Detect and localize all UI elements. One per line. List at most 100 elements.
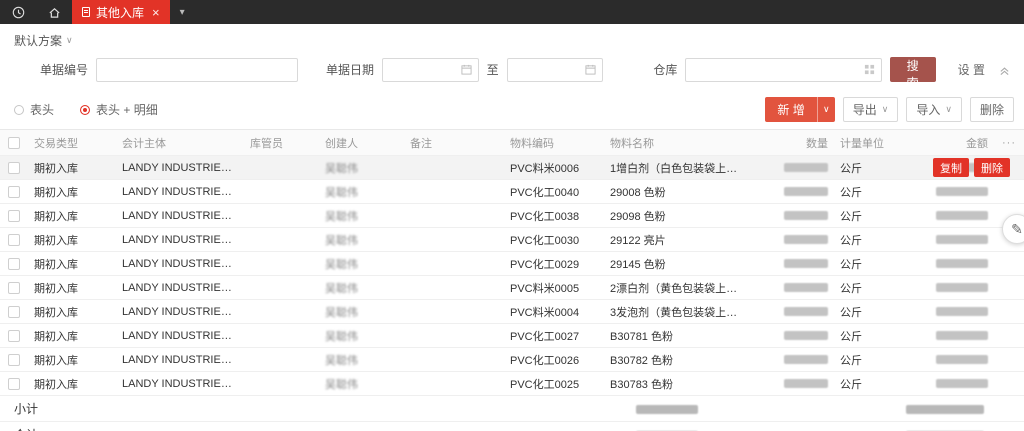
cell-quantity [754, 306, 834, 318]
collapse-filters-icon[interactable] [999, 64, 1014, 76]
cell-material-code: PVC化工0027 [504, 328, 604, 344]
table-row[interactable]: 期初入库 LANDY INDUSTRIES(R)LTD 吴聪伟 PVC化工003… [0, 228, 1024, 252]
col-transaction-type[interactable]: 交易类型 [28, 135, 116, 151]
tab-close-icon[interactable]: × [152, 6, 160, 19]
subtotal-label: 小计 [0, 400, 594, 417]
cell-transaction-type: 期初入库 [28, 160, 116, 176]
cell-accounting-entity: LANDY INDUSTRIES(R)LTD [116, 354, 244, 366]
bill-date-label: 单据日期 [326, 61, 374, 78]
cell-accounting-entity: LANDY INDUSTRIES(R)LTD [116, 330, 244, 342]
redacted-amount [936, 331, 988, 340]
row-copy-button[interactable]: 复制 [933, 158, 969, 177]
col-accounting-entity[interactable]: 会计主体 [116, 135, 244, 151]
export-button[interactable]: 导出 ∨ [843, 97, 899, 122]
view-option-header[interactable]: 表头 [14, 101, 54, 118]
table-row[interactable]: 期初入库 LANDY INDUSTRIES(R)LTD 吴聪伟 PVC料米000… [0, 276, 1024, 300]
row-checkbox[interactable] [8, 162, 20, 174]
table-row[interactable]: 期初入库 LANDY INDUSTRIES(R)LTD 吴聪伟 PVC化工002… [0, 324, 1024, 348]
col-unit[interactable]: 计量单位 [834, 135, 904, 151]
table-row[interactable]: 期初入库 LANDY INDUSTRIES(R)LTD 吴聪伟 PVC料米000… [0, 300, 1024, 324]
history-icon[interactable] [0, 0, 36, 24]
row-checkbox[interactable] [8, 354, 20, 366]
row-checkbox[interactable] [8, 258, 20, 270]
redacted-subtotal-amount [906, 405, 984, 414]
redacted-amount [936, 211, 988, 220]
add-split-button[interactable]: 新 增 ∨ [765, 97, 834, 122]
table-row[interactable]: 期初入库 LANDY INDUSTRIES(R)LTD 吴聪伟 PVC化工003… [0, 204, 1024, 228]
table-row[interactable]: 期初入库 LANDY INDUSTRIES(R)LTD 吴聪伟 PVC化工004… [0, 180, 1024, 204]
lookup-grid-icon[interactable] [864, 64, 875, 75]
more-columns-icon[interactable]: ··· [994, 137, 1024, 149]
import-button[interactable]: 导入 ∨ [906, 97, 962, 122]
tab-list-caret-icon[interactable]: ▾ [170, 0, 195, 24]
assistant-float-button[interactable]: ✎ [1002, 214, 1024, 244]
cell-accounting-entity: LANDY INDUSTRIES(R)LTD [116, 282, 244, 294]
settings-button[interactable]: 设 置 [958, 61, 985, 78]
cell-unit: 公斤 [834, 208, 904, 224]
col-amount[interactable]: 金额 [904, 135, 994, 151]
bill-no-input[interactable] [103, 63, 291, 77]
warehouse-input[interactable] [692, 63, 863, 77]
cell-creator: 吴聪伟 [319, 232, 404, 248]
date-to-label: 至 [487, 61, 499, 78]
add-button[interactable]: 新 增 [765, 97, 816, 122]
redacted-quantity [784, 235, 828, 244]
cell-material-code: PVC化工0040 [504, 184, 604, 200]
bill-no-label: 单据编号 [40, 61, 88, 78]
home-icon[interactable] [36, 0, 72, 24]
table-row[interactable]: 期初入库 LANDY INDUSTRIES(R)LTD 吴聪伟 PVC化工002… [0, 372, 1024, 396]
date-from-input[interactable] [389, 63, 461, 77]
chevron-down-icon: ∨ [882, 104, 889, 115]
row-checkbox[interactable] [8, 330, 20, 342]
row-delete-button[interactable]: 删除 [974, 158, 1010, 177]
cell-unit: 公斤 [834, 280, 904, 296]
col-remark[interactable]: 备注 [404, 135, 504, 151]
cell-material-name: B30781 色粉 [604, 328, 754, 344]
date-to-input[interactable] [514, 63, 586, 77]
col-quantity[interactable]: 数量 [754, 135, 834, 151]
cell-amount [904, 378, 994, 390]
cell-material-code: PVC化工0038 [504, 208, 604, 224]
cell-accounting-entity: LANDY INDUSTRIES(R)LTD [116, 210, 244, 222]
calendar-icon [585, 64, 596, 75]
filter-row: 单据编号 单据日期 至 仓库 搜 索 设 置 [0, 51, 1024, 90]
add-caret-icon[interactable]: ∨ [817, 97, 835, 122]
cell-unit: 公斤 [834, 352, 904, 368]
row-checkbox[interactable] [8, 378, 20, 390]
tab-other-inbound[interactable]: 其他入库 × [72, 0, 170, 24]
cell-unit: 公斤 [834, 304, 904, 320]
row-checkbox[interactable] [8, 186, 20, 198]
cell-creator: 吴聪伟 [319, 280, 404, 296]
col-material-code[interactable]: 物料编码 [504, 135, 604, 151]
scheme-selector[interactable]: 默认方案 ∨ [14, 32, 73, 49]
warehouse-input-wrap [685, 58, 881, 82]
cell-creator: 吴聪伟 [319, 160, 404, 176]
col-material-name[interactable]: 物料名称 [604, 135, 754, 151]
scheme-row: 默认方案 ∨ [0, 24, 1024, 51]
redacted-subtotal-quantity [636, 405, 698, 414]
table-row[interactable]: 期初入库 LANDY INDUSTRIES(R)LTD 吴聪伟 PVC料米000… [0, 156, 1024, 180]
row-checkbox[interactable] [8, 282, 20, 294]
redacted-quantity [784, 331, 828, 340]
search-button[interactable]: 搜 索 [890, 57, 936, 82]
cell-creator: 吴聪伟 [319, 208, 404, 224]
delete-label: 删除 [980, 101, 1004, 118]
table-row[interactable]: 期初入库 LANDY INDUSTRIES(R)LTD 吴聪伟 PVC化工002… [0, 348, 1024, 372]
cell-transaction-type: 期初入库 [28, 232, 116, 248]
date-from-input-wrap [382, 58, 479, 82]
redacted-amount [936, 355, 988, 364]
cell-quantity [754, 186, 834, 198]
view-option-header-detail[interactable]: 表头 + 明细 [80, 101, 158, 118]
bill-no-input-wrap [96, 58, 298, 82]
cell-amount [904, 306, 994, 318]
col-creator[interactable]: 创建人 [319, 135, 404, 151]
delete-button[interactable]: 删除 [970, 97, 1014, 122]
row-checkbox[interactable] [8, 234, 20, 246]
table-row[interactable]: 期初入库 LANDY INDUSTRIES(R)LTD 吴聪伟 PVC化工002… [0, 252, 1024, 276]
cell-accounting-entity: LANDY INDUSTRIES(R)LTD [116, 186, 244, 198]
select-all-checkbox[interactable] [8, 137, 20, 149]
row-checkbox[interactable] [8, 306, 20, 318]
row-checkbox[interactable] [8, 210, 20, 222]
redacted-quantity [784, 211, 828, 220]
col-warehouse-keeper[interactable]: 库管员 [244, 135, 319, 151]
